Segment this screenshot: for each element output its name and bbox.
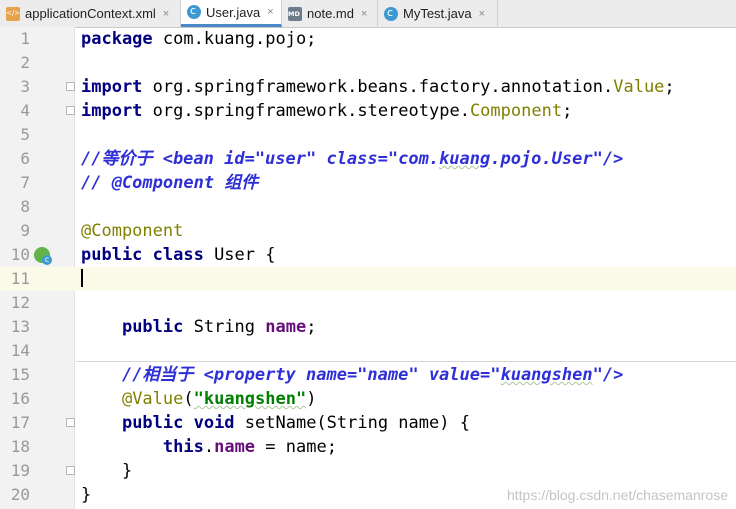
close-icon[interactable]: × — [163, 8, 169, 20]
code-line[interactable]: 18 this.name = name; — [0, 435, 736, 459]
fold-icon[interactable] — [66, 106, 75, 115]
line-number: 11 — [10, 269, 30, 288]
code-text[interactable]: } — [81, 483, 91, 507]
code-line[interactable]: 13 public String name; — [0, 315, 736, 339]
code-text[interactable]: public String name; — [81, 315, 317, 339]
editor-tab-bar: applicationContext.xml × User.java × not… — [0, 0, 736, 28]
fold-icon[interactable] — [66, 418, 75, 427]
code-text[interactable]: package com.kuang.pojo; — [81, 27, 316, 51]
code-line[interactable]: 14 — [0, 339, 736, 363]
code-line[interactable]: 19 } — [0, 459, 736, 483]
fold-icon[interactable] — [66, 82, 75, 91]
tab-label: note.md — [307, 6, 354, 21]
code-annotation[interactable]: @Component — [81, 219, 183, 243]
line-number: 6 — [20, 149, 30, 168]
code-line[interactable]: 7 // @Component 组件 — [0, 171, 736, 195]
line-number: 9 — [20, 221, 30, 240]
tab-application-context-xml[interactable]: applicationContext.xml × — [0, 0, 181, 27]
tab-label: MyTest.java — [403, 6, 472, 21]
line-number: 13 — [10, 317, 30, 336]
code-text[interactable]: import org.springframework.stereotype.Co… — [81, 99, 572, 123]
code-text[interactable]: import org.springframework.beans.factory… — [81, 75, 675, 99]
close-icon[interactable]: × — [267, 6, 273, 18]
line-number: 8 — [20, 197, 30, 216]
code-line[interactable]: 2 — [0, 51, 736, 75]
line-number: 7 — [20, 173, 30, 192]
line-number: 18 — [10, 437, 30, 456]
line-number: 14 — [10, 341, 30, 360]
close-icon[interactable]: × — [361, 8, 367, 20]
code-line-current[interactable]: 11 — [0, 267, 736, 291]
code-line[interactable]: 6 //等价于 <bean id="user" class="com.kuang… — [0, 147, 736, 171]
code-line[interactable]: 17 public void setName(String name) { — [0, 411, 736, 435]
code-line[interactable]: 5 — [0, 123, 736, 147]
code-text[interactable]: public class User { — [81, 243, 275, 267]
code-line[interactable]: 1 package com.kuang.pojo; — [0, 27, 736, 51]
line-number: 3 — [20, 77, 30, 96]
line-number: 20 — [10, 485, 30, 504]
tab-mytest-java[interactable]: MyTest.java × — [378, 0, 498, 27]
close-icon[interactable]: × — [479, 8, 485, 20]
line-number: 2 — [20, 53, 30, 72]
code-line[interactable]: 16 @Value("kuangshen") — [0, 387, 736, 411]
code-line[interactable]: 10 public class User { — [0, 243, 736, 267]
code-text[interactable]: } — [81, 459, 132, 483]
tab-user-java[interactable]: User.java × — [181, 0, 282, 27]
code-text[interactable]: public void setName(String name) { — [81, 411, 470, 435]
code-line[interactable]: 9 @Component — [0, 219, 736, 243]
line-number: 17 — [10, 413, 30, 432]
watermark: https://blog.csdn.net/chasemanrose — [506, 487, 728, 503]
fold-icon[interactable] — [66, 466, 75, 475]
code-line[interactable]: 4 import org.springframework.stereotype.… — [0, 99, 736, 123]
code-line[interactable]: 3 import org.springframework.beans.facto… — [0, 75, 736, 99]
line-number: 10 — [10, 245, 30, 264]
java-class-icon — [384, 6, 398, 21]
spring-bean-icon[interactable] — [34, 247, 52, 265]
java-class-icon — [187, 4, 201, 19]
text-caret — [81, 267, 83, 291]
line-number: 15 — [10, 365, 30, 384]
line-number: 4 — [20, 101, 30, 120]
line-number: 16 — [10, 389, 30, 408]
tab-label: User.java — [206, 4, 261, 20]
line-number: 5 — [20, 125, 30, 144]
line-number: 19 — [10, 461, 30, 480]
code-line[interactable]: 12 — [0, 291, 736, 315]
code-text[interactable]: @Value("kuangshen") — [81, 387, 317, 411]
markdown-file-icon — [288, 6, 302, 21]
code-comment[interactable]: //等价于 <bean id="user" class="com.kuang.p… — [81, 147, 623, 171]
code-line[interactable]: 8 — [0, 195, 736, 219]
method-separator — [76, 361, 736, 362]
code-comment[interactable]: // @Component 组件 — [81, 171, 258, 195]
line-number: 12 — [10, 293, 30, 312]
line-number: 1 — [20, 29, 30, 48]
code-line[interactable]: 15 //相当于 <property name="name" value="ku… — [0, 363, 736, 387]
tab-note-md[interactable]: note.md × — [282, 0, 378, 27]
code-editor[interactable]: 1 package com.kuang.pojo; 2 3 import org… — [0, 27, 736, 509]
code-comment[interactable]: //相当于 <property name="name" value="kuang… — [81, 363, 623, 387]
code-text[interactable]: this.name = name; — [81, 435, 337, 459]
tab-label: applicationContext.xml — [25, 6, 156, 21]
xml-file-icon — [6, 6, 20, 21]
